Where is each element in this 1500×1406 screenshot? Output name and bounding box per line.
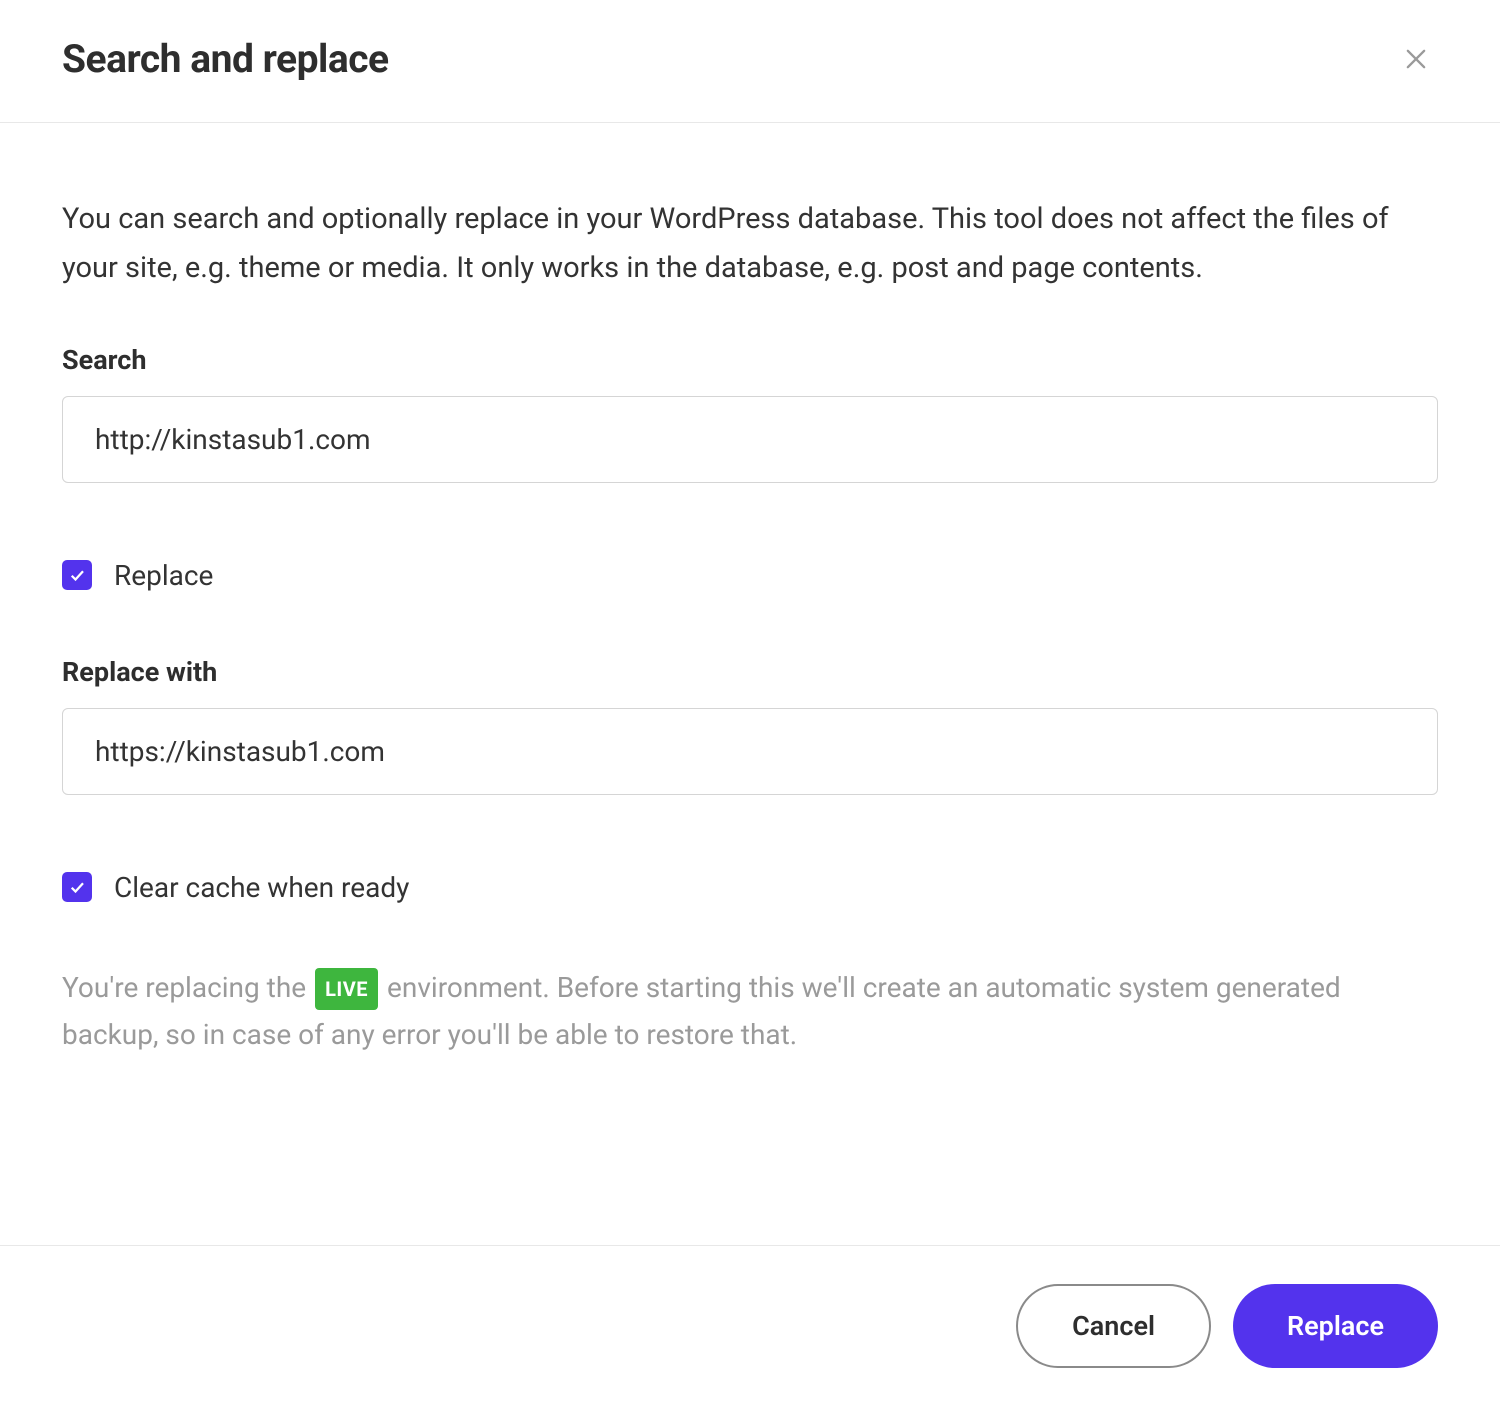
info-prefix: You're replacing the — [62, 971, 313, 1004]
close-icon — [1402, 45, 1430, 73]
search-field-group: Search — [62, 344, 1438, 483]
live-badge: LIVE — [315, 968, 378, 1010]
replace-checkbox[interactable] — [62, 560, 92, 590]
clear-cache-checkbox-label[interactable]: Clear cache when ready — [114, 871, 409, 904]
dialog-description: You can search and optionally replace in… — [62, 195, 1438, 294]
search-label: Search — [62, 344, 1438, 376]
dialog-title: Search and replace — [62, 36, 389, 82]
cancel-button[interactable]: Cancel — [1016, 1284, 1211, 1368]
check-icon — [68, 566, 86, 584]
dialog-header: Search and replace — [0, 0, 1500, 123]
dialog-footer: Cancel Replace — [0, 1245, 1500, 1406]
clear-cache-checkbox-row: Clear cache when ready — [62, 871, 1438, 904]
replace-checkbox-label[interactable]: Replace — [114, 559, 213, 592]
environment-info: You're replacing the LIVE environment. B… — [62, 964, 1438, 1059]
replace-with-field-group: Replace with — [62, 656, 1438, 795]
replace-button[interactable]: Replace — [1233, 1284, 1438, 1368]
clear-cache-checkbox[interactable] — [62, 872, 92, 902]
search-input[interactable] — [62, 396, 1438, 483]
replace-with-input[interactable] — [62, 708, 1438, 795]
replace-with-label: Replace with — [62, 656, 1438, 688]
replace-checkbox-row: Replace — [62, 559, 1438, 592]
close-button[interactable] — [1394, 37, 1438, 81]
dialog-body: You can search and optionally replace in… — [0, 123, 1500, 1245]
check-icon — [68, 878, 86, 896]
